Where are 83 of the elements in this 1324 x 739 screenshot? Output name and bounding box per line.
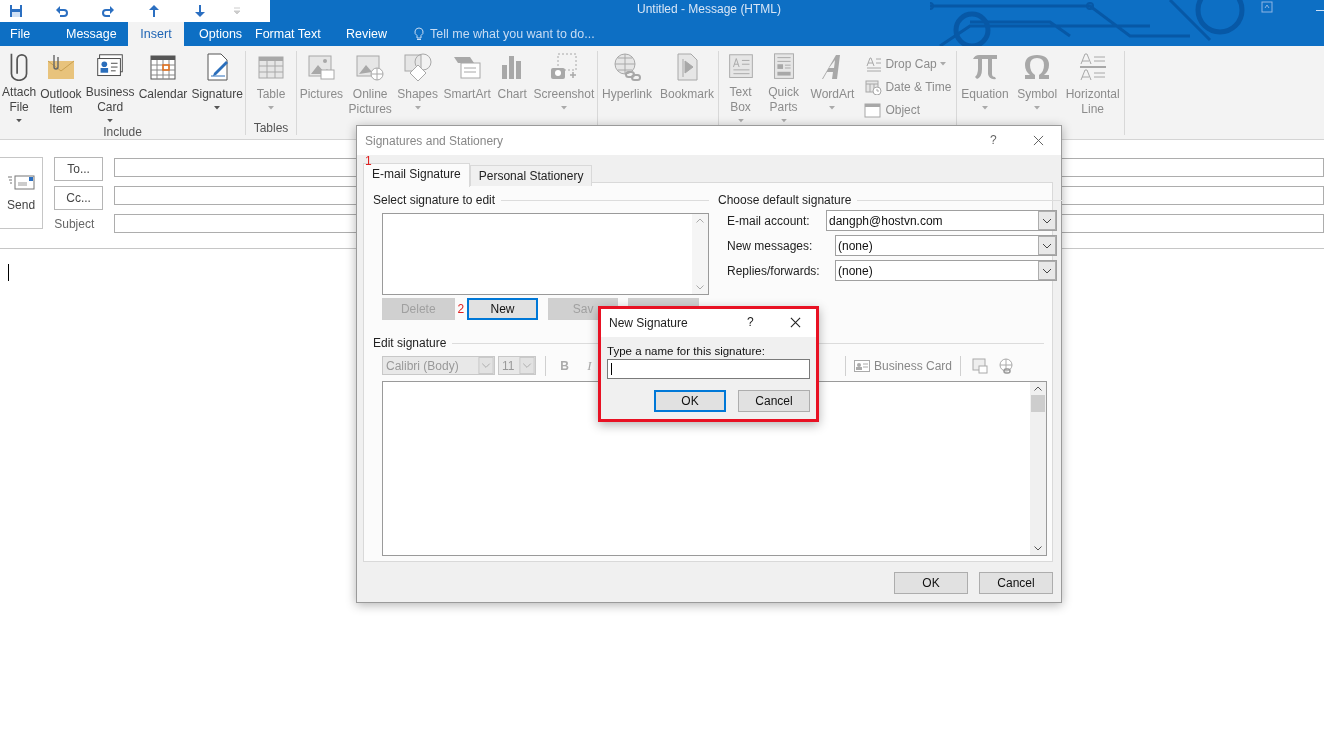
envelope-icon: [7, 174, 36, 190]
up-arrow-icon[interactable]: [147, 4, 161, 18]
group-label: Include: [102, 125, 143, 139]
dropdown[interactable]: (none): [835, 235, 1057, 256]
cc-button[interactable]: Cc...: [54, 186, 103, 210]
step-number: 2: [457, 302, 465, 316]
window-icon: [864, 102, 883, 118]
scroll-thumb[interactable]: [1031, 395, 1045, 412]
ribbon-button[interactable]: Attach File: [1, 51, 38, 123]
caret-icon: [214, 106, 221, 110]
caret-icon: [16, 119, 23, 123]
chevron-down-icon: [519, 357, 535, 374]
down-arrow-icon[interactable]: [193, 4, 207, 18]
window-title: Untitled - Message (HTML): [637, 2, 782, 16]
section-heading: Edit signature: [373, 336, 447, 350]
field-label: Replies/forwards:: [727, 263, 821, 278]
chevron-down-icon: [1038, 211, 1056, 230]
dialog-button[interactable]: OK: [894, 572, 968, 594]
caret-icon: [780, 119, 787, 123]
caret-icon: [829, 106, 836, 110]
chevron-down-icon: [478, 357, 494, 374]
ribbon-button[interactable]: Business Card: [84, 51, 136, 123]
dialog-button[interactable]: New: [467, 298, 538, 320]
contact-card-icon: [854, 359, 870, 372]
scrollbar[interactable]: [1030, 382, 1046, 555]
caret-icon: [107, 119, 114, 123]
restore-icon[interactable]: [1261, 1, 1273, 13]
dialog-tab[interactable]: Personal Stationery: [469, 165, 593, 186]
shapes-icon: [401, 51, 434, 83]
ribbon-tab[interactable]: Insert: [128, 22, 184, 46]
to-button[interactable]: To...: [54, 157, 103, 181]
dialog-button[interactable]: Cancel: [979, 572, 1053, 594]
subject-label: Subject: [54, 217, 96, 231]
dialog-title: Signatures and Stationery: [365, 133, 504, 148]
chevron-down-icon[interactable]: [1034, 546, 1042, 551]
send-button[interactable]: Send: [0, 157, 44, 229]
help-button[interactable]: ?: [747, 315, 754, 329]
section-heading: Choose default signature: [718, 193, 852, 207]
chevron-up-icon[interactable]: [1034, 386, 1042, 391]
caret-icon: [268, 106, 274, 110]
caret-icon: [560, 106, 567, 110]
picture-icon[interactable]: [972, 357, 989, 374]
signature-editor[interactable]: [382, 381, 1047, 556]
ribbon-tab[interactable]: File: [10, 22, 66, 46]
dropdown[interactable]: (none): [835, 260, 1057, 281]
undo-icon[interactable]: [55, 4, 69, 18]
lightbulb-icon: [414, 27, 424, 41]
ribbon-tab[interactable]: Review: [346, 22, 406, 46]
dropdown[interactable]: dangph@hostvn.com: [826, 210, 1057, 231]
field-label: New messages:: [727, 238, 814, 253]
ribbon-tab[interactable]: Message: [66, 22, 128, 46]
caret-icon: [737, 119, 744, 123]
section-heading: Select signature to edit: [373, 193, 496, 207]
save-icon[interactable]: [9, 4, 23, 18]
globe-link-icon[interactable]: [998, 357, 1015, 374]
dialog-button[interactable]: Cancel: [738, 390, 810, 412]
signature-list[interactable]: [382, 213, 709, 295]
redo-icon[interactable]: [101, 4, 115, 18]
field-label: Type a name for this signature:: [607, 345, 766, 357]
group-label: Tables: [252, 121, 290, 135]
ribbon-tab[interactable]: Options: [184, 22, 255, 46]
globe-link-icon: [611, 51, 643, 83]
text-cursor: [8, 264, 9, 281]
caret-icon: [981, 106, 988, 110]
customize-caret-icon[interactable]: [233, 7, 241, 15]
ribbon-tab[interactable]: Format Text: [255, 22, 346, 46]
ribbon-button[interactable]: Signature: [190, 51, 244, 123]
help-button[interactable]: ?: [990, 133, 997, 147]
name-input-field[interactable]: [607, 359, 810, 379]
field-label: E-mail account:: [727, 213, 811, 228]
chevron-down-icon: [1038, 236, 1056, 255]
chevron-down-icon: [1038, 261, 1056, 280]
close-icon[interactable]: [790, 317, 801, 328]
caret-icon: [939, 62, 946, 66]
ribbon-button[interactable]: Calendar: [137, 51, 189, 123]
caret-icon: [1034, 106, 1041, 110]
caret-icon: [414, 106, 421, 110]
drop-cap-icon: [864, 56, 883, 72]
tell-me-search[interactable]: Tell me what you want to do...: [430, 27, 595, 41]
ribbon-button[interactable]: Outlook Item: [39, 51, 83, 123]
dialog-button[interactable]: OK: [654, 390, 726, 412]
calendar-clock-icon: [864, 79, 883, 95]
business-card-button[interactable]: Business Card: [852, 358, 955, 373]
